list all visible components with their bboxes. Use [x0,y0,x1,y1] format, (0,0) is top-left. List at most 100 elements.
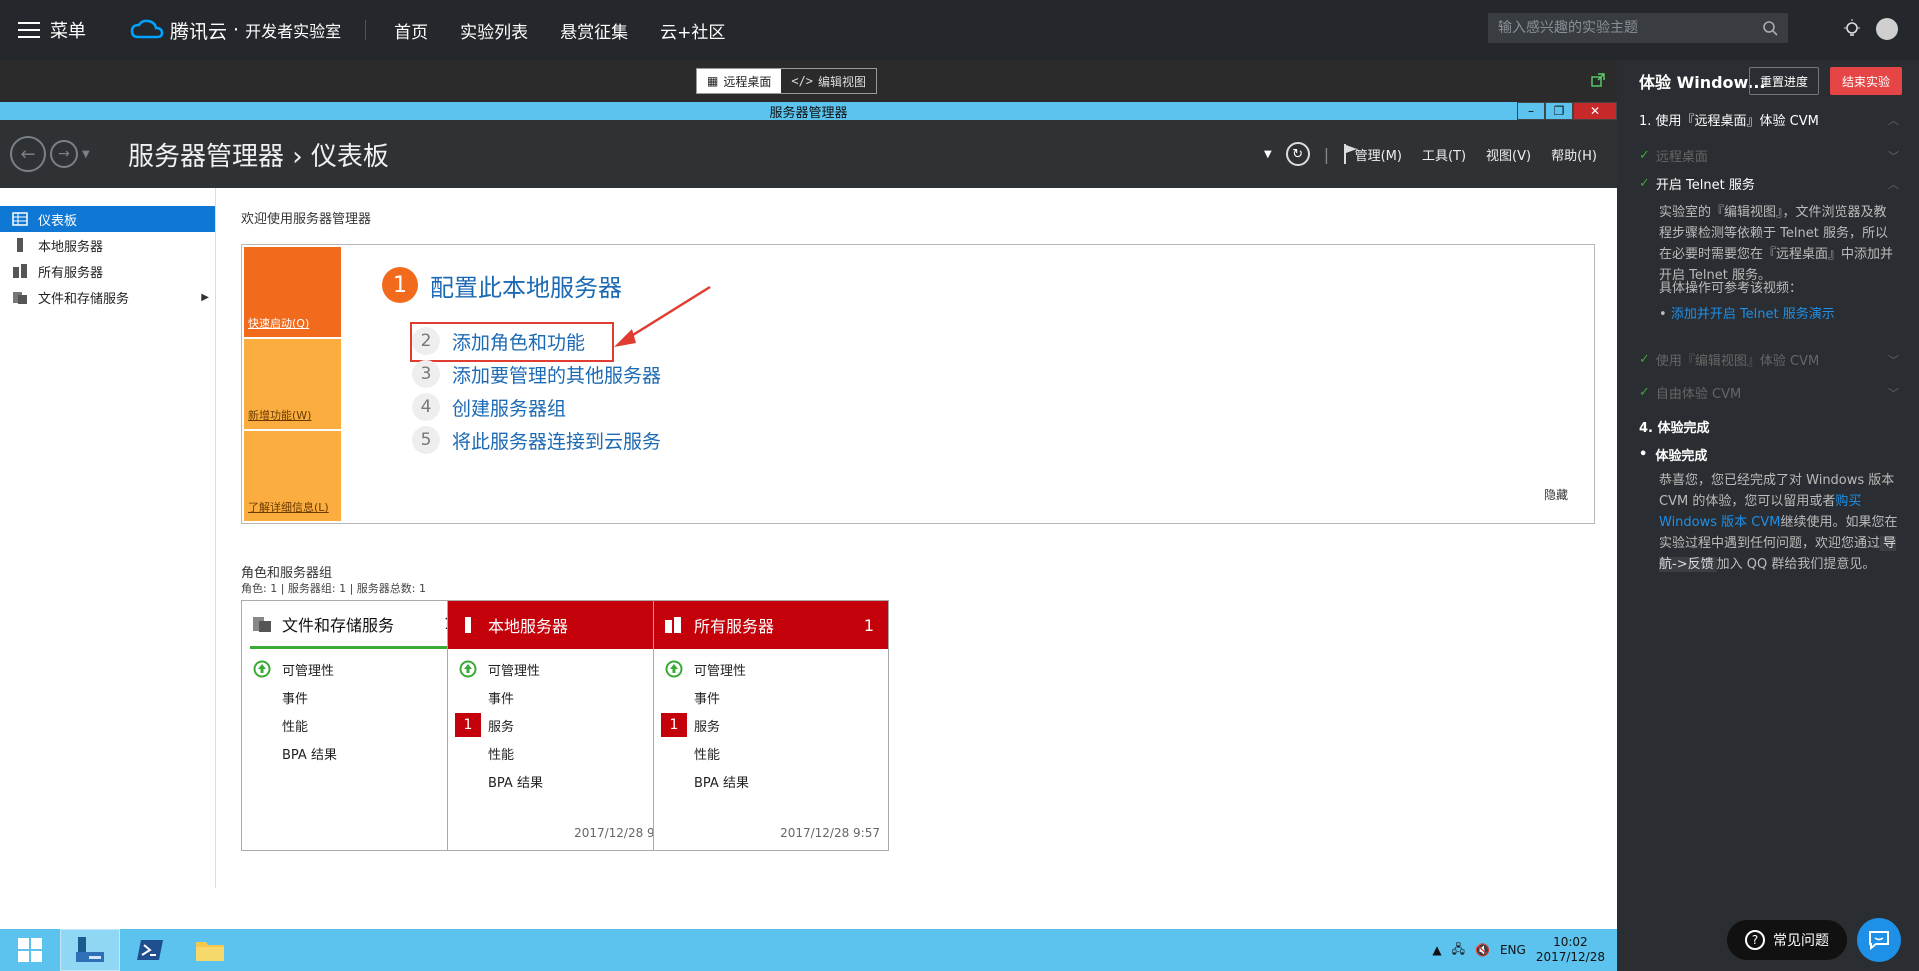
menu-manage[interactable]: 管理(M) [1355,145,1402,164]
tab-remote-desktop[interactable]: ▦ 远程桌面 [697,69,782,93]
tile-row-services[interactable]: 1 服务 [654,711,888,739]
roles-heading: 角色和服务器组 [241,566,333,581]
tile-local-server[interactable]: 本地服务器 1 可管理性 事件 1 服务 性能 BPA 结果 2017/12/2… [447,600,683,851]
step-create-group[interactable]: 4 创建服务器组 [412,393,566,421]
tile-row-bpa[interactable]: BPA 结果 [448,767,682,795]
nav-community[interactable]: 云+社区 [660,18,725,43]
search-input[interactable] [1498,20,1762,36]
row-label: 事件 [694,691,721,707]
hide-link[interactable]: 隐藏 [1544,486,1568,503]
tile-row-manageability[interactable]: 可管理性 [448,655,682,683]
taskbar-powershell[interactable] [120,929,180,971]
tile-row-events[interactable]: 事件 [654,683,888,711]
tray-expand-icon[interactable]: ▲ [1432,943,1441,957]
step-add-servers[interactable]: 3 添加要管理的其他服务器 [412,360,661,388]
tab-quickstart[interactable]: 快速启动(Q) [244,247,341,337]
tile-row-events[interactable]: 事件 [242,683,476,711]
tab-whats-new[interactable]: 新增功能(W) [244,339,341,429]
chevron-down-icon[interactable]: ▼ [82,149,90,160]
tab-learn-more[interactable]: 了解详细信息(L) [244,431,341,521]
menu-tools[interactable]: 工具(T) [1422,145,1466,164]
clock-date: 2017/12/28 [1535,950,1605,964]
tile-row-performance[interactable]: 性能 [448,739,682,767]
tile-file-storage[interactable]: 文件和存储服务 1 可管理性 事件 性能 BPA 结果 [241,600,477,851]
step-number: 1 [382,267,418,303]
tile-header[interactable]: 本地服务器 1 [448,601,682,649]
refresh-icon[interactable]: ↻ [1285,142,1310,166]
language-indicator[interactable]: ENG [1500,943,1526,957]
back-arrow-icon[interactable]: ← [10,136,46,172]
restore-button[interactable]: ❐ [1545,102,1573,120]
volume-muted-icon[interactable]: 🔇 [1475,943,1490,957]
close-button[interactable]: ✕ [1573,102,1617,120]
remote-desktop[interactable]: 服务器管理器 – ❐ ✕ ← → ▼ 服务器管理器 › 仪表板 ▼ ↻ | 管理… [0,102,1617,971]
tile-header[interactable]: 文件和存储服务 1 [250,601,468,649]
storage-icon [253,616,271,632]
tile-row-bpa[interactable]: BPA 结果 [654,767,888,795]
end-lab-button[interactable]: 结束实验 [1830,67,1902,95]
nav-lab-list[interactable]: 实验列表 [460,18,528,43]
tile-row-performance[interactable]: 性能 [654,739,888,767]
window-titlebar[interactable]: 服务器管理器 – ❐ ✕ [0,102,1617,121]
sidebar-item-all-servers[interactable]: 所有服务器 [0,258,215,284]
nav-bounty[interactable]: 悬赏征集 [560,18,628,43]
brand-dot: · [233,19,240,41]
step-complete[interactable]: • 体验完成 [1639,445,1899,464]
avatar[interactable] [1876,18,1898,40]
brand-logo[interactable]: 腾讯云 · 开发者实验室 [130,17,341,44]
step-remote-desktop[interactable]: ✓ 远程桌面 ﹀ [1639,146,1899,165]
step-configure-local[interactable]: 1 配置此本地服务器 [382,267,622,303]
chevron-right-icon[interactable]: ▶ [201,292,209,303]
tile-row-services[interactable]: 1 服务 [448,711,682,739]
nav-home[interactable]: 首页 [394,18,428,43]
tile-row-manageability[interactable]: 可管理性 [654,655,888,683]
forward-arrow-icon[interactable]: → [50,140,78,168]
telnet-video-link[interactable]: 添加并开启 Telnet 服务演示 [1671,307,1835,322]
tab-edit-view[interactable]: </> 编辑视图 [781,69,877,93]
tile-row-performance[interactable]: 性能 [242,711,476,739]
chevron-up-icon[interactable]: ︿ [1888,176,1899,192]
section-title: 4. 体验完成 [1639,421,1710,436]
sidebar-item-local-server[interactable]: 本地服务器 [0,232,215,258]
chevron-down-icon[interactable]: ﹀ [1888,148,1899,164]
tile-all-servers[interactable]: 所有服务器 1 可管理性 事件 1 服务 性能 BPA 结果 2017/12/2… [653,600,889,851]
section-free-trial[interactable]: ✓ 自由体验 CVM ﹀ [1639,383,1899,402]
row-label: 性能 [694,747,721,763]
start-button[interactable] [0,929,60,971]
network-icon[interactable]: 🖧 [1452,940,1465,961]
menu-view[interactable]: 视图(V) [1486,145,1531,164]
sidebar-item-dashboard[interactable]: 仪表板 [0,206,215,232]
minimize-button[interactable]: – [1517,102,1545,120]
taskbar-explorer[interactable] [180,929,240,971]
section-remote-desktop[interactable]: 1. 使用『远程桌面』体验 CVM ︿ [1639,110,1899,130]
clock[interactable]: 10:02 2017/12/28 [1536,935,1605,965]
tile-row-manageability[interactable]: 可管理性 [242,655,476,683]
chevron-down-icon[interactable]: ﹀ [1888,385,1899,401]
tile-row-events[interactable]: 事件 [448,683,682,711]
chevron-up-icon[interactable]: ︿ [1888,112,1899,128]
bulb-icon[interactable] [1841,18,1863,40]
external-link-icon[interactable] [1591,73,1605,87]
chevron-down-icon[interactable]: ﹀ [1888,352,1899,368]
search-icon[interactable] [1762,20,1778,36]
menu-help[interactable]: 帮助(H) [1551,145,1597,164]
faq-button[interactable]: ? 常见问题 [1727,920,1847,960]
search-box [1488,13,1788,43]
alert-badge: 1 [661,713,687,737]
dropdown-icon[interactable]: ▼ [1264,149,1272,160]
menu-button[interactable]: 菜单 [18,17,86,43]
taskbar-server-manager[interactable] [60,929,120,971]
row-label: BPA 结果 [282,747,337,763]
tile-row-bpa[interactable]: BPA 结果 [242,739,476,767]
step-telnet[interactable]: ✓ 开启 Telnet 服务 ︿ [1639,174,1899,193]
section-edit-view[interactable]: ✓ 使用『编辑视图』体验 CVM ﹀ [1639,350,1899,369]
section-complete[interactable]: 4. 体验完成 [1639,417,1899,436]
row-label: 性能 [488,747,515,763]
tile-header[interactable]: 所有服务器 1 [654,601,888,649]
step-connect-cloud[interactable]: 5 将此服务器连接到云服务 [412,426,661,454]
step-add-roles[interactable]: 2 添加角色和功能 [412,327,585,355]
reset-progress-button[interactable]: 重置进度 [1749,67,1819,95]
sidebar-item-storage[interactable]: 文件和存储服务 ▶ [0,284,215,310]
windows-logo-icon [18,938,42,962]
chat-button[interactable] [1857,918,1901,962]
